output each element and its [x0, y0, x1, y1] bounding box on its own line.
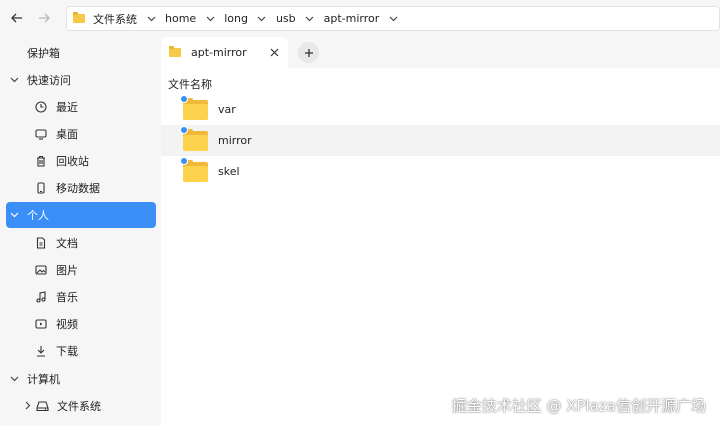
sidebar-item-vault[interactable]: 保护箱 [6, 40, 156, 65]
sidebar-item-mobile-data[interactable]: 移动数据 [6, 175, 156, 200]
breadcrumb-item[interactable]: long [220, 12, 252, 25]
sidebar-item-label: 计算机 [27, 372, 60, 386]
chevron-down-icon[interactable] [141, 16, 161, 22]
chevron-down-icon[interactable] [300, 16, 320, 22]
sidebar-item-label: 音乐 [56, 290, 78, 304]
chevron-down-icon[interactable] [7, 212, 21, 218]
top-bar: 文件系统 home long usb apt-mirror [0, 0, 720, 37]
breadcrumb-label: home [165, 12, 197, 25]
sidebar-item-label: 桌面 [56, 127, 78, 141]
back-button[interactable] [8, 9, 26, 27]
tab-label: apt-mirror [191, 46, 247, 59]
sidebar-item-documents[interactable]: 文档 [6, 230, 156, 255]
folder-icon [180, 125, 208, 151]
tab-apt-mirror[interactable]: apt-mirror [161, 37, 288, 68]
sidebar-item-trash[interactable]: 回收站 [6, 148, 156, 173]
tab-bar: apt-mirror [161, 37, 720, 68]
phone-icon [34, 181, 48, 195]
sidebar-item-videos[interactable]: 视频 [6, 311, 156, 336]
monitor-icon [34, 127, 48, 141]
sidebar-item-label: 最近 [56, 100, 78, 114]
breadcrumb-label: usb [275, 12, 296, 25]
image-icon [34, 263, 48, 277]
chevron-right-icon[interactable] [21, 401, 35, 410]
chevron-down-icon[interactable] [383, 16, 403, 22]
file-name: var [218, 103, 236, 116]
sidebar-item-label: 文件系统 [57, 399, 101, 413]
arrow-left-icon [11, 13, 22, 23]
file-name: skel [218, 165, 240, 178]
folder-icon [73, 12, 85, 23]
breadcrumb-label: long [224, 12, 248, 25]
sidebar-item-label: 图片 [56, 263, 78, 277]
file-row[interactable]: var [161, 94, 720, 125]
file-view: apt-mirror 文件名称 var mirror skel [161, 37, 720, 426]
sidebar-item-label: 下载 [56, 344, 78, 358]
sidebar: 保护箱 快速访问 最近 桌面 回收站 移动数据 个人 文档 图片 音乐 视频 下… [0, 37, 161, 426]
sidebar-item-filesystem[interactable]: 文件系统 [6, 393, 156, 418]
sidebar-item-label: 移动数据 [56, 181, 100, 195]
breadcrumb-item[interactable]: apt-mirror [320, 12, 384, 25]
sidebar-item-label: 个人 [27, 209, 49, 222]
clock-icon [34, 100, 48, 114]
sidebar-group-computer[interactable]: 计算机 [6, 366, 156, 391]
sidebar-item-label: 快速访问 [27, 73, 71, 87]
plus-icon [304, 48, 313, 57]
close-icon[interactable] [268, 46, 280, 58]
file-row[interactable]: mirror [161, 125, 720, 156]
breadcrumb-item[interactable]: home [161, 12, 200, 25]
sidebar-item-label: 保护箱 [27, 46, 60, 60]
sidebar-item-music[interactable]: 音乐 [6, 284, 156, 309]
drive-icon [35, 399, 49, 413]
music-icon [34, 290, 48, 304]
address-bar[interactable]: 文件系统 home long usb apt-mirror [66, 6, 720, 31]
new-tab-button[interactable] [298, 42, 319, 63]
document-icon [34, 236, 48, 250]
lock-badge-icon [180, 94, 188, 103]
column-header-name[interactable]: 文件名称 [168, 76, 212, 92]
trash-icon [34, 154, 48, 168]
sidebar-group-quick-access[interactable]: 快速访问 [6, 67, 156, 92]
sidebar-item-label: 视频 [56, 317, 78, 331]
sidebar-item-recent[interactable]: 最近 [6, 94, 156, 119]
forward-button[interactable] [35, 9, 53, 27]
sidebar-item-pictures[interactable]: 图片 [6, 257, 156, 282]
arrow-right-icon [39, 13, 50, 23]
folder-icon [180, 156, 208, 182]
sidebar-item-label: 文档 [56, 236, 78, 250]
file-row[interactable]: skel [161, 156, 720, 187]
chevron-down-icon[interactable] [7, 376, 21, 382]
sidebar-group-personal[interactable]: 个人 [6, 202, 156, 228]
sidebar-item-downloads[interactable]: 下载 [6, 338, 156, 363]
video-icon [34, 317, 48, 331]
chevron-down-icon[interactable] [252, 16, 272, 22]
sidebar-item-desktop[interactable]: 桌面 [6, 121, 156, 146]
lock-badge-icon [180, 125, 188, 134]
chevron-down-icon[interactable] [7, 77, 21, 83]
chevron-down-icon[interactable] [200, 16, 220, 22]
watermark: 掘金技术社区 @ XPlaza信创开源广场 [451, 397, 706, 415]
folder-icon [180, 94, 208, 120]
lock-badge-icon [180, 156, 188, 165]
breadcrumb-item[interactable]: usb [272, 12, 300, 25]
download-icon [34, 344, 48, 358]
file-name: mirror [218, 134, 252, 147]
sidebar-item-label: 回收站 [56, 154, 89, 168]
folder-icon [169, 46, 181, 57]
breadcrumb-label: 文件系统 [93, 12, 137, 26]
breadcrumb-item[interactable]: 文件系统 [73, 11, 141, 27]
breadcrumb-label: apt-mirror [323, 12, 380, 25]
